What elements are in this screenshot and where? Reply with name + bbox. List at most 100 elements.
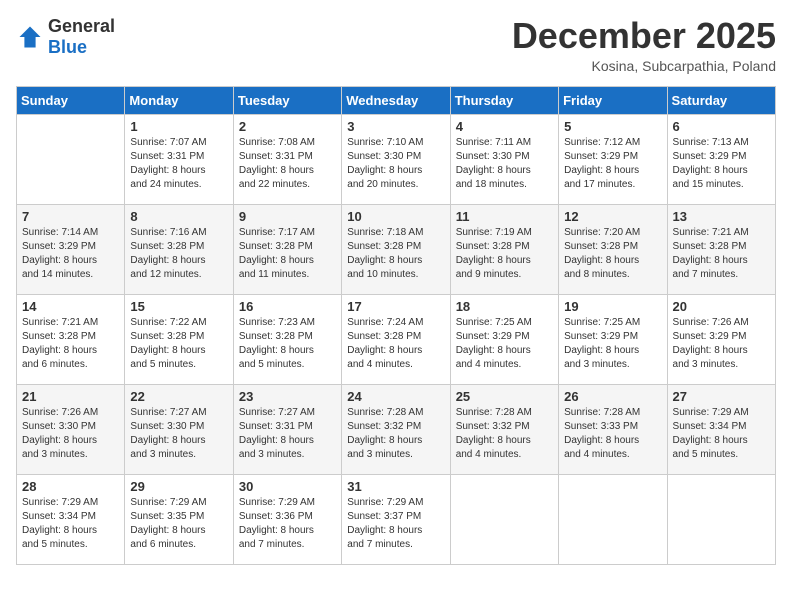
day-number: 30 <box>239 479 336 494</box>
empty-cell <box>559 474 667 564</box>
page-header: General Blue December 2025 Kosina, Subca… <box>16 16 776 74</box>
day-info: Sunrise: 7:26 AM Sunset: 3:30 PM Dayligh… <box>22 406 119 462</box>
day-cell-14: 14 Sunrise: 7:21 AM Sunset: 3:28 PM Dayli… <box>17 294 125 384</box>
day-info: Sunrise: 7:07 AM Sunset: 3:31 PM Dayligh… <box>130 136 227 192</box>
day-cell-28: 28Sunrise: 7:29 AM Sunset: 3:34 PM Dayli… <box>17 474 125 564</box>
week-row: 7 Sunrise: 7:14 AM Sunset: 3:29 PM Daylig… <box>17 204 776 294</box>
day-cell-27: 27 Sunrise: 7:29 AM Sunset: 3:34 PM Dayli… <box>667 384 775 474</box>
day-info: Sunrise: 7:23 AM Sunset: 3:28 PM Dayligh… <box>239 316 336 372</box>
day-number: 9 <box>239 209 336 224</box>
calendar-table: SundayMondayTuesdayWednesdayThursdayFrid… <box>16 86 776 565</box>
day-cell-31: 31Sunrise: 7:29 AM Sunset: 3:37 PM Dayli… <box>342 474 450 564</box>
logo-icon <box>16 23 44 51</box>
day-info: Sunrise: 7:21 AM Sunset: 3:28 PM Dayligh… <box>22 316 119 372</box>
day-cell-30: 30 Sunrise: 7:29 AM Sunset: 3:36 PM Dayli… <box>233 474 341 564</box>
day-info: Sunrise: 7:29 AM Sunset: 3:37 PM Dayligh… <box>347 496 444 552</box>
day-info: Sunrise: 7:26 AM Sunset: 3:29 PM Dayligh… <box>673 316 770 372</box>
day-number: 13 <box>673 209 770 224</box>
day-cell-11: 11 Sunrise: 7:19 AM Sunset: 3:28 PM Dayli… <box>450 204 558 294</box>
weekday-header-saturday: Saturday <box>667 86 775 114</box>
logo-text: General Blue <box>48 16 115 58</box>
week-row: 21 Sunrise: 7:26 AM Sunset: 3:30 PM Dayli… <box>17 384 776 474</box>
day-number: 5 <box>564 119 661 134</box>
empty-cell <box>450 474 558 564</box>
day-cell-10: 10Sunrise: 7:18 AM Sunset: 3:28 PM Dayli… <box>342 204 450 294</box>
day-number: 22 <box>130 389 227 404</box>
day-number: 2 <box>239 119 336 134</box>
day-number: 15 <box>130 299 227 314</box>
day-cell-2: 2 Sunrise: 7:08 AM Sunset: 3:31 PM Daylig… <box>233 114 341 204</box>
day-cell-18: 18 Sunrise: 7:25 AM Sunset: 3:29 PM Dayli… <box>450 294 558 384</box>
day-number: 10 <box>347 209 444 224</box>
day-number: 25 <box>456 389 553 404</box>
day-number: 19 <box>564 299 661 314</box>
week-row: 1Sunrise: 7:07 AM Sunset: 3:31 PM Daylig… <box>17 114 776 204</box>
day-info: Sunrise: 7:25 AM Sunset: 3:29 PM Dayligh… <box>456 316 553 372</box>
day-number: 16 <box>239 299 336 314</box>
day-info: Sunrise: 7:13 AM Sunset: 3:29 PM Dayligh… <box>673 136 770 192</box>
day-number: 4 <box>456 119 553 134</box>
weekday-header-wednesday: Wednesday <box>342 86 450 114</box>
day-info: Sunrise: 7:22 AM Sunset: 3:28 PM Dayligh… <box>130 316 227 372</box>
day-info: Sunrise: 7:27 AM Sunset: 3:30 PM Dayligh… <box>130 406 227 462</box>
day-info: Sunrise: 7:28 AM Sunset: 3:32 PM Dayligh… <box>347 406 444 462</box>
day-info: Sunrise: 7:29 AM Sunset: 3:34 PM Dayligh… <box>673 406 770 462</box>
weekday-header-row: SundayMondayTuesdayWednesdayThursdayFrid… <box>17 86 776 114</box>
day-number: 11 <box>456 209 553 224</box>
day-cell-6: 6Sunrise: 7:13 AM Sunset: 3:29 PM Daylig… <box>667 114 775 204</box>
empty-cell <box>17 114 125 204</box>
weekday-header-sunday: Sunday <box>17 86 125 114</box>
day-cell-19: 19 Sunrise: 7:25 AM Sunset: 3:29 PM Dayli… <box>559 294 667 384</box>
weekday-header-monday: Monday <box>125 86 233 114</box>
day-info: Sunrise: 7:27 AM Sunset: 3:31 PM Dayligh… <box>239 406 336 462</box>
day-number: 3 <box>347 119 444 134</box>
day-info: Sunrise: 7:08 AM Sunset: 3:31 PM Dayligh… <box>239 136 336 192</box>
day-number: 12 <box>564 209 661 224</box>
day-number: 27 <box>673 389 770 404</box>
day-info: Sunrise: 7:29 AM Sunset: 3:35 PM Dayligh… <box>130 496 227 552</box>
day-number: 7 <box>22 209 119 224</box>
day-info: Sunrise: 7:17 AM Sunset: 3:28 PM Dayligh… <box>239 226 336 282</box>
day-cell-29: 29 Sunrise: 7:29 AM Sunset: 3:35 PM Dayli… <box>125 474 233 564</box>
day-number: 29 <box>130 479 227 494</box>
day-info: Sunrise: 7:11 AM Sunset: 3:30 PM Dayligh… <box>456 136 553 192</box>
day-cell-13: 13Sunrise: 7:21 AM Sunset: 3:28 PM Dayli… <box>667 204 775 294</box>
day-cell-22: 22 Sunrise: 7:27 AM Sunset: 3:30 PM Dayli… <box>125 384 233 474</box>
title-area: December 2025 Kosina, Subcarpathia, Pola… <box>512 16 776 74</box>
week-row: 14 Sunrise: 7:21 AM Sunset: 3:28 PM Dayli… <box>17 294 776 384</box>
day-cell-24: 24 Sunrise: 7:28 AM Sunset: 3:32 PM Dayli… <box>342 384 450 474</box>
day-number: 8 <box>130 209 227 224</box>
day-cell-3: 3 Sunrise: 7:10 AM Sunset: 3:30 PM Daylig… <box>342 114 450 204</box>
day-cell-15: 15 Sunrise: 7:22 AM Sunset: 3:28 PM Dayli… <box>125 294 233 384</box>
week-row: 28Sunrise: 7:29 AM Sunset: 3:34 PM Dayli… <box>17 474 776 564</box>
day-number: 17 <box>347 299 444 314</box>
day-info: Sunrise: 7:25 AM Sunset: 3:29 PM Dayligh… <box>564 316 661 372</box>
day-info: Sunrise: 7:19 AM Sunset: 3:28 PM Dayligh… <box>456 226 553 282</box>
day-info: Sunrise: 7:24 AM Sunset: 3:28 PM Dayligh… <box>347 316 444 372</box>
day-number: 20 <box>673 299 770 314</box>
logo-blue: Blue <box>48 37 87 57</box>
empty-cell <box>667 474 775 564</box>
day-number: 24 <box>347 389 444 404</box>
month-title: December 2025 <box>512 16 776 56</box>
weekday-header-thursday: Thursday <box>450 86 558 114</box>
day-cell-4: 4 Sunrise: 7:11 AM Sunset: 3:30 PM Daylig… <box>450 114 558 204</box>
day-cell-9: 9 Sunrise: 7:17 AM Sunset: 3:28 PM Daylig… <box>233 204 341 294</box>
day-cell-16: 16 Sunrise: 7:23 AM Sunset: 3:28 PM Dayli… <box>233 294 341 384</box>
day-number: 18 <box>456 299 553 314</box>
day-info: Sunrise: 7:16 AM Sunset: 3:28 PM Dayligh… <box>130 226 227 282</box>
day-info: Sunrise: 7:12 AM Sunset: 3:29 PM Dayligh… <box>564 136 661 192</box>
day-cell-25: 25Sunrise: 7:28 AM Sunset: 3:32 PM Dayli… <box>450 384 558 474</box>
day-info: Sunrise: 7:28 AM Sunset: 3:33 PM Dayligh… <box>564 406 661 462</box>
day-cell-26: 26Sunrise: 7:28 AM Sunset: 3:33 PM Dayli… <box>559 384 667 474</box>
day-number: 28 <box>22 479 119 494</box>
day-info: Sunrise: 7:29 AM Sunset: 3:36 PM Dayligh… <box>239 496 336 552</box>
day-number: 21 <box>22 389 119 404</box>
day-cell-17: 17 Sunrise: 7:24 AM Sunset: 3:28 PM Dayli… <box>342 294 450 384</box>
day-cell-5: 5 Sunrise: 7:12 AM Sunset: 3:29 PM Daylig… <box>559 114 667 204</box>
location-subtitle: Kosina, Subcarpathia, Poland <box>512 58 776 74</box>
day-info: Sunrise: 7:10 AM Sunset: 3:30 PM Dayligh… <box>347 136 444 192</box>
day-info: Sunrise: 7:20 AM Sunset: 3:28 PM Dayligh… <box>564 226 661 282</box>
day-number: 14 <box>22 299 119 314</box>
day-info: Sunrise: 7:14 AM Sunset: 3:29 PM Dayligh… <box>22 226 119 282</box>
